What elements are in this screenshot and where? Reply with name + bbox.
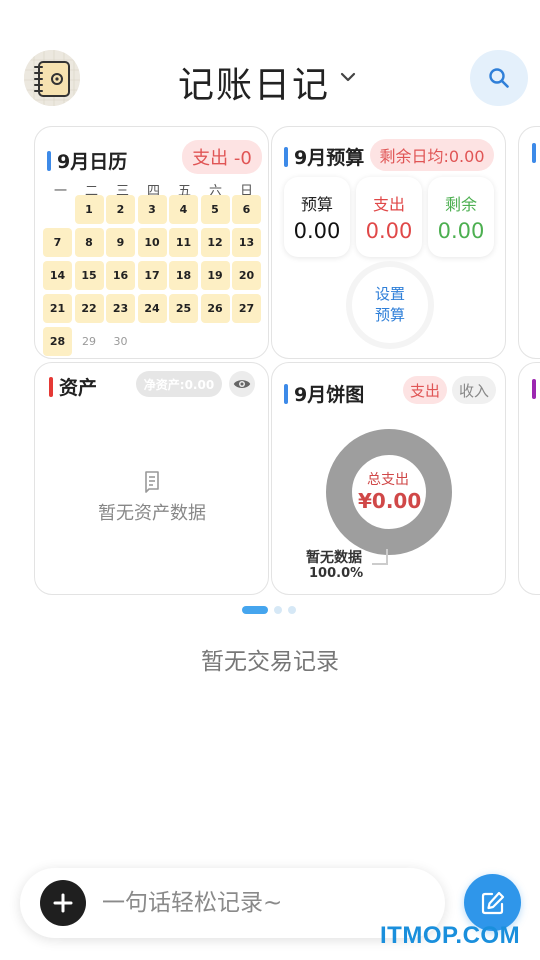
budget-label: 预算: [300, 195, 333, 214]
calendar-day[interactable]: 5: [200, 195, 230, 224]
title-accent-bar: [284, 146, 288, 167]
pie-card-title: 9月饼图: [284, 380, 364, 407]
calendar-day[interactable]: 10: [137, 228, 167, 257]
budget-title-text: 9月预算: [294, 147, 365, 169]
toggle-visibility-button[interactable]: [229, 371, 255, 397]
budget-value: 0.00: [293, 219, 341, 243]
calendar-title-text: 9月日历: [57, 151, 128, 173]
eye-icon: [233, 380, 251, 388]
calendar-blank-cell: [43, 195, 72, 224]
title-accent-bar: [284, 383, 288, 404]
page-indicator: [242, 606, 296, 614]
legend-no-data-percent: 100.0%: [309, 566, 364, 581]
page-dot-active[interactable]: [242, 606, 268, 614]
calendar-day[interactable]: 24: [137, 294, 167, 323]
tab-income[interactable]: 收入: [452, 376, 496, 404]
calendar-day[interactable]: 4: [169, 195, 198, 224]
title-accent-bar: [532, 143, 536, 163]
chevron-down-icon[interactable]: [337, 66, 359, 88]
app-title[interactable]: 记账日记: [178, 56, 330, 108]
calendar-day[interactable]: 29: [75, 327, 104, 356]
set-budget-button[interactable]: 设置 预算: [352, 267, 428, 343]
title-accent-bar: [47, 150, 51, 171]
notebook-avatar-icon: [24, 50, 80, 106]
quick-entry-input[interactable]: [102, 885, 422, 921]
set-budget-line2: 预算: [374, 306, 405, 324]
assets-card[interactable]: 资产 净资产:0.00 暂无资产数据: [34, 362, 269, 595]
page-dot[interactable]: [274, 606, 282, 614]
calendar-day[interactable]: 12: [200, 228, 230, 257]
calendar-day[interactable]: 21: [43, 294, 72, 323]
legend-no-data-label: 暂无数据: [306, 550, 362, 566]
expense-amount-box: 支出 0.00: [356, 177, 422, 257]
calendar-day[interactable]: 11: [169, 228, 198, 257]
calendar-day[interactable]: 3: [137, 195, 167, 224]
pie-title-text: 9月饼图: [294, 384, 365, 406]
title-accent-bar: [49, 376, 53, 397]
calendar-day[interactable]: 15: [74, 261, 104, 290]
calendar-day[interactable]: 6: [232, 195, 261, 224]
calendar-card[interactable]: 9月日历 支出 -0 一二三四五六日 1 2 3 4 5 6 7 8 9 10 11 12 13 14 15…: [34, 126, 269, 359]
expense-label: 支出: [372, 195, 405, 214]
calendar-day[interactable]: 9: [106, 228, 135, 257]
budget-card-title: 9月预算: [284, 143, 364, 170]
next-card-peek-bottom[interactable]: [518, 362, 540, 595]
daily-average-badge: 剩余日均:0.00: [370, 139, 494, 171]
assets-card-title: 资产: [49, 373, 97, 400]
next-card-peek-top[interactable]: [518, 126, 540, 359]
calendar-day[interactable]: 8: [74, 228, 104, 257]
assets-empty-text: 暂无资产数据: [98, 503, 206, 524]
plus-icon: [53, 893, 73, 913]
watermark-text: ITMOP.COM: [380, 922, 521, 949]
remaining-value: 0.00: [437, 219, 485, 243]
remaining-amount-box: 剩余 0.00: [428, 177, 494, 257]
remaining-label: 剩余: [444, 195, 477, 214]
calendar-day[interactable]: 27: [232, 294, 261, 323]
expense-value: 0.00: [365, 219, 413, 243]
calendar-day[interactable]: 20: [232, 261, 261, 290]
pie-chart-card[interactable]: 9月饼图 支出 收入 总支出 ¥0.00 暂无数据 100.0%: [271, 362, 506, 595]
edit-icon: [481, 891, 504, 914]
calendar-day[interactable]: 1: [74, 195, 104, 224]
calendar-day[interactable]: 25: [169, 294, 198, 323]
page-dot[interactable]: [288, 606, 296, 614]
title-accent-bar: [532, 379, 536, 399]
search-button[interactable]: [470, 50, 528, 106]
assets-title-text: 资产: [59, 377, 98, 399]
budget-card[interactable]: 9月预算 剩余日均:0.00 预算 0.00 支出 0.00 剩余 0.00 设…: [271, 126, 506, 359]
calendar-day[interactable]: 23: [106, 294, 135, 323]
search-icon: [489, 68, 509, 88]
transactions-empty-text: 暂无交易记录: [201, 649, 339, 675]
calendar-day[interactable]: 22: [74, 294, 104, 323]
donut-center-label: 总支出: [367, 472, 409, 488]
calendar-day[interactable]: 30: [106, 327, 135, 356]
calendar-day[interactable]: 7: [43, 228, 72, 257]
avatar[interactable]: [24, 50, 80, 106]
calendar-day[interactable]: 18: [169, 261, 198, 290]
budget-amount-box: 预算 0.00: [284, 177, 350, 257]
net-assets-badge: 净资产:0.00: [136, 371, 222, 397]
calendar-day[interactable]: 16: [106, 261, 135, 290]
donut-center-value: ¥0.00: [358, 489, 422, 513]
calendar-day[interactable]: 13: [232, 228, 261, 257]
document-icon: [145, 471, 159, 493]
calendar-day[interactable]: 14: [43, 261, 72, 290]
tab-expense[interactable]: 支出: [403, 376, 447, 404]
calendar-day[interactable]: 28: [43, 327, 72, 356]
legend-swatch: [372, 549, 388, 565]
calendar-day[interactable]: 26: [200, 294, 230, 323]
calendar-day[interactable]: 17: [137, 261, 167, 290]
calendar-card-title: 9月日历: [47, 147, 127, 174]
add-button[interactable]: [40, 880, 86, 926]
calendar-day[interactable]: 19: [200, 261, 230, 290]
expense-badge: 支出 -0: [182, 140, 262, 174]
set-budget-line1: 设置: [374, 285, 405, 303]
calendar-day[interactable]: 2: [106, 195, 135, 224]
calendar-grid: 1 2 3 4 5 6 7 8 9 10 11 12 13 14 15 16 17 18 19 20 21 22 23 24 2…: [43, 195, 265, 356]
